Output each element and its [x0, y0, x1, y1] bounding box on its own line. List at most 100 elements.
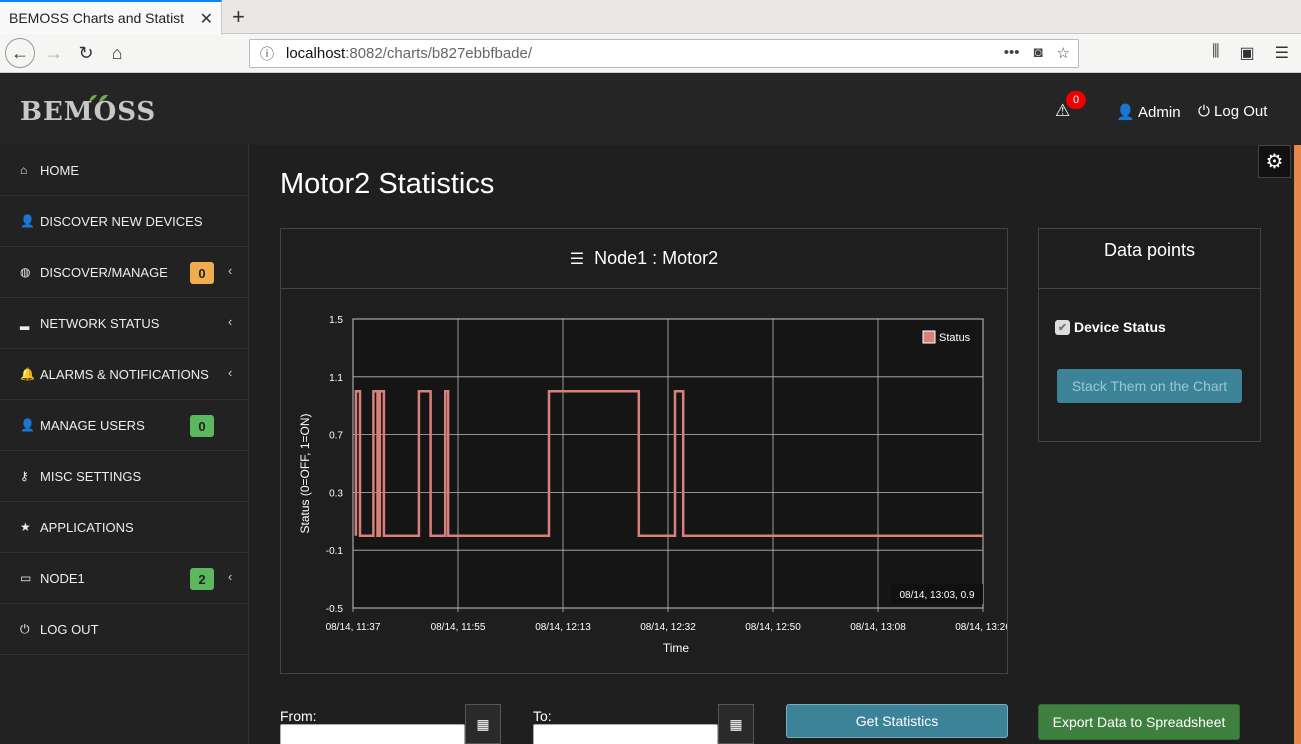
more-actions-icon[interactable]: ••• — [1004, 44, 1020, 62]
x-tick-label: 08/14, 11:55 — [431, 622, 486, 633]
sidebar-item-label: LOG OUT — [40, 621, 99, 637]
checkmark-icon[interactable]: ✔ — [1055, 319, 1070, 335]
sidebar-item-label: ALARMS & NOTIFICATIONS — [40, 366, 209, 382]
settings-edge — [1294, 145, 1301, 744]
person-icon: 👤 — [1116, 104, 1135, 121]
star-icon: ★ — [20, 520, 31, 534]
y-axis-title: Status (0=OFF, 1=ON) — [298, 413, 312, 533]
sidebar-item-label: DISCOVER NEW DEVICES — [40, 213, 203, 229]
from-calendar-icon[interactable]: ▦ — [465, 704, 501, 744]
info-icon[interactable]: ⓘ — [260, 44, 274, 64]
to-label: To: — [533, 708, 552, 724]
sidebar-item-discover-manage[interactable]: ◍ DISCOVER/MANAGE 0 ‹ — [0, 247, 248, 298]
bookmark-star-icon[interactable]: ☆ — [1057, 44, 1070, 62]
logout-label: Log Out — [1214, 103, 1268, 120]
header-logout-link[interactable]: ⏻ Log Out — [1198, 103, 1267, 120]
legend-swatch — [922, 330, 936, 344]
count-badge: 0 — [190, 415, 214, 437]
count-badge: 2 — [190, 568, 214, 590]
bemoss-logo[interactable]: BEMOSS — [20, 97, 156, 127]
status-chart[interactable]: 1.5 1.1 0.7 0.3 -0.1 -0.5 08/14, 11:37 08/14, 1… — [281, 289, 1007, 673]
legend-label: Status — [939, 332, 971, 344]
power-icon: ⏻ — [1198, 103, 1210, 120]
sidebar-item-manage-users[interactable]: 👤 MANAGE USERS 0 — [0, 400, 248, 451]
x-tick-label: 08/14, 12:13 — [535, 622, 591, 633]
app-header: BEMOSS ⚠ 0 👤 Admin ⏻ Log Out — [0, 74, 1301, 145]
back-icon[interactable]: ← — [5, 38, 35, 68]
sidebar-item-home[interactable]: ⌂ HOME — [0, 145, 248, 196]
close-tab-icon[interactable]: ✕ — [200, 9, 213, 29]
sidebar-item-label: MISC SETTINGS — [40, 468, 142, 484]
from-label: From: — [280, 708, 317, 724]
browser-nav-bar: ← → ↻ ⌂ ⓘ localhost:8082/charts/b827ebbf… — [0, 34, 1301, 73]
tooltip-text: 08/14, 13:03, 0.9 — [899, 590, 975, 601]
bell-icon: 🔔 — [20, 367, 35, 381]
admin-label: Admin — [1138, 104, 1181, 121]
x-tick-label: 08/14, 13:08 — [850, 622, 906, 633]
count-badge: 0 — [190, 262, 214, 284]
sidebar-item-applications[interactable]: ★ APPLICATIONS — [0, 502, 248, 553]
library-icon[interactable]: ⫼ — [1212, 43, 1219, 63]
to-date-input[interactable] — [533, 724, 718, 744]
key-icon: ⚷ — [20, 469, 29, 483]
stack-button[interactable]: Stack Them on the Chart — [1057, 369, 1242, 403]
y-tick-label: 0.3 — [329, 488, 343, 499]
reload-icon[interactable]: ↻ — [72, 39, 100, 67]
sidebar-item-label: MANAGE USERS — [40, 417, 145, 433]
chart-panel: ☰ Node1 : Motor2 1.5 1.1 0.7 0.3 -0.1 -0.5 08/… — [280, 228, 1008, 674]
monitor-icon: ▭ — [20, 571, 32, 585]
home-icon: ⌂ — [20, 163, 28, 177]
sidebar-item-misc-settings[interactable]: ⚷ MISC SETTINGS — [0, 451, 248, 502]
home-icon[interactable]: ⌂ — [103, 39, 131, 67]
page-title: Motor2 Statistics — [280, 168, 495, 200]
x-tick-label: 08/14, 11:37 — [326, 622, 381, 633]
chevron-left-icon: ‹ — [228, 569, 233, 584]
url-path: :8082/charts/b827ebbfbade/ — [345, 45, 533, 62]
gear-icon[interactable]: ⚙ — [1258, 145, 1291, 178]
sidebar-item-label: HOME — [40, 162, 79, 178]
sidebar-item-label: NETWORK STATUS — [40, 315, 160, 331]
browser-tab-bar: BEMOSS Charts and Statist ✕ + — [0, 0, 1301, 34]
get-statistics-button[interactable]: Get Statistics — [786, 704, 1008, 738]
admin-link[interactable]: 👤 Admin — [1116, 103, 1181, 121]
chart-panel-header: ☰ Node1 : Motor2 — [281, 229, 1007, 289]
globe-icon: ◍ — [20, 265, 31, 279]
browser-tab[interactable]: BEMOSS Charts and Statist ✕ — [0, 0, 222, 34]
sidebar-item-network-status[interactable]: ▂ NETWORK STATUS ‹ — [0, 298, 248, 349]
y-tick-label: 0.7 — [329, 431, 343, 442]
sidebar: ⌂ HOME 👤 DISCOVER NEW DEVICES ◍ DISCOVER/MANA… — [0, 145, 249, 744]
chart-panel-title: Node1 : Motor2 — [594, 248, 719, 268]
url-bar[interactable]: ⓘ localhost:8082/charts/b827ebbfbade/ ••… — [249, 39, 1079, 68]
y-tick-label: 1.1 — [329, 373, 343, 384]
to-calendar-icon[interactable]: ▦ — [718, 704, 754, 744]
chevron-left-icon: ‹ — [228, 314, 233, 329]
from-date-input[interactable] — [280, 724, 465, 744]
sidebar-item-alarms-notifications[interactable]: 🔔 ALARMS & NOTIFICATIONS ‹ — [0, 349, 248, 400]
user-icon: 👤 — [20, 214, 35, 228]
url-host: localhost — [286, 45, 346, 62]
user-icon: 👤 — [20, 418, 35, 432]
new-tab-icon[interactable]: + — [232, 4, 245, 30]
x-tick-label: 08/14, 13:26 — [955, 622, 1007, 633]
power-icon: ⏻ — [20, 621, 30, 636]
tab-title: BEMOSS Charts and Statist — [9, 10, 185, 26]
device-status-label: Device Status — [1074, 319, 1166, 335]
sidebar-toggle-icon[interactable]: ▣ — [1240, 43, 1255, 63]
sidebar-item-label: APPLICATIONS — [40, 519, 134, 535]
list-icon: ☰ — [569, 250, 585, 268]
alert-count-badge: 0 — [1066, 91, 1086, 109]
sidebar-item-node1[interactable]: ▭ NODE1 2 ‹ — [0, 553, 248, 604]
chevron-left-icon: ‹ — [228, 365, 233, 380]
device-status-checkbox[interactable]: ✔ Device Status — [1055, 319, 1166, 335]
sidebar-item-discover-new-devices[interactable]: 👤 DISCOVER NEW DEVICES — [0, 196, 248, 247]
export-button[interactable]: Export Data to Spreadsheet — [1038, 704, 1240, 740]
forward-icon[interactable]: → — [40, 39, 68, 67]
sidebar-item-log-out[interactable]: ⏻ LOG OUT — [0, 604, 248, 655]
pocket-icon[interactable]: ◙ — [1033, 44, 1042, 62]
x-axis-title: Time — [663, 641, 690, 655]
menu-icon[interactable]: ☰ — [1275, 43, 1289, 63]
x-tick-label: 08/14, 12:32 — [640, 622, 696, 633]
signal-icon: ▂ — [20, 316, 30, 330]
chevron-left-icon: ‹ — [228, 263, 233, 278]
y-tick-label: -0.1 — [326, 546, 344, 557]
